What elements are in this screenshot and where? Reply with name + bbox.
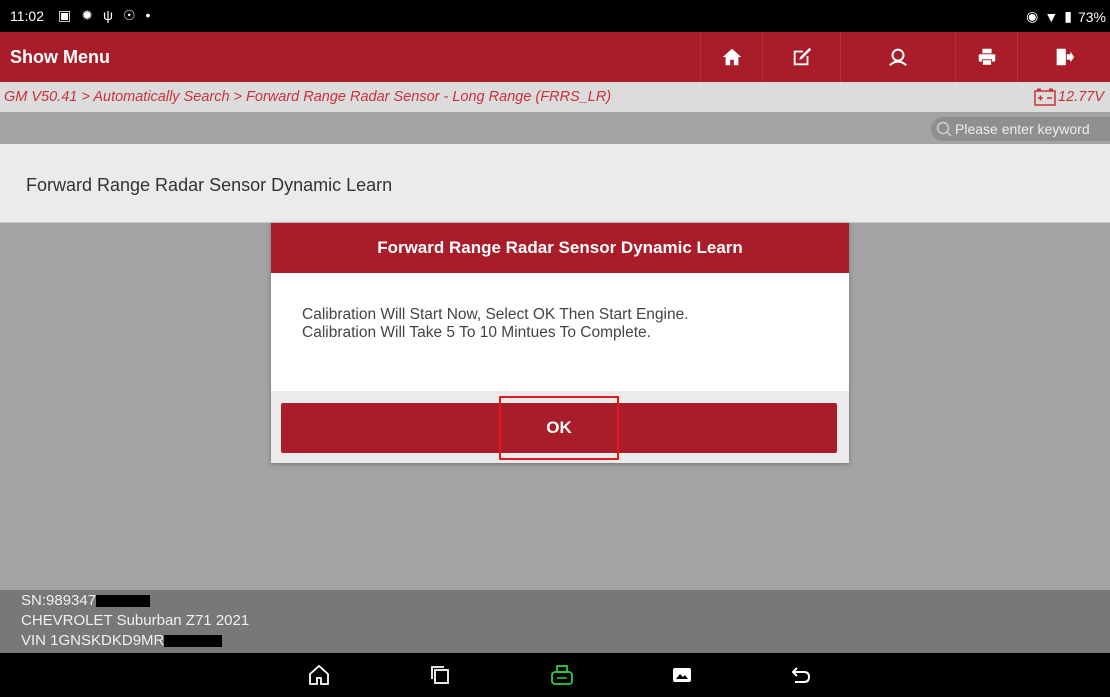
search-placeholder: Please enter keyword xyxy=(955,121,1090,137)
home-icon xyxy=(722,48,741,66)
screenshot-icon[interactable] xyxy=(670,663,694,687)
vibrate-icon: ◉ xyxy=(1026,8,1039,24)
vin-row: VIN 1GNSKDKD9MR xyxy=(21,632,223,650)
status-notification-icons: ▣ ✹ ψ ☉ • xyxy=(58,6,150,24)
search-icon xyxy=(936,121,952,137)
print-icon xyxy=(978,48,995,66)
dialog-message: Calibration Will Start Now, Select OK Th… xyxy=(271,273,849,391)
status-right: ◉ ▼ ▮ 73% xyxy=(1026,8,1106,25)
usb-notification-icon: ψ xyxy=(102,7,113,23)
edit-icon xyxy=(793,47,811,66)
breadcrumb: GM V50.41 > Automatically Search > Forwa… xyxy=(4,89,612,105)
vehicle-model: CHEVROLET Suburban Z71 2021 xyxy=(21,612,250,629)
dialog-message-line-2: Calibration Will Take 5 To 10 Mintues To… xyxy=(302,324,651,341)
vin: VIN 1GNSKDKD9MR xyxy=(21,632,165,649)
car-battery-icon xyxy=(1034,88,1056,106)
vehicle-info: SN:989347 CHEVROLET Suburban Z71 2021 VI… xyxy=(0,590,1110,653)
serial-number: SN:989347 xyxy=(21,592,97,609)
wifi-icon: ▼ xyxy=(1044,8,1059,25)
dialog: Forward Range Radar Sensor Dynamic Learn… xyxy=(271,223,849,463)
help-button[interactable] xyxy=(840,32,955,82)
search-input[interactable]: Please enter keyword xyxy=(931,117,1110,141)
print-button[interactable] xyxy=(955,32,1017,82)
list-item-label: Forward Range Radar Sensor Dynamic Learn xyxy=(26,175,393,195)
list-item[interactable]: Forward Range Radar Sensor Dynamic Learn xyxy=(0,144,1110,223)
voltage-value: 12.77V xyxy=(1058,89,1104,105)
dot-notification-icon: • xyxy=(145,7,151,23)
battery-level: 73% xyxy=(1077,8,1106,25)
navigation-bar xyxy=(0,653,1110,697)
breadcrumb-bar: GM V50.41 > Automatically Search > Forwa… xyxy=(0,82,1110,112)
home-button[interactable] xyxy=(700,32,762,82)
show-menu-button[interactable]: Show Menu xyxy=(10,47,110,68)
recent-apps-icon[interactable] xyxy=(428,663,452,687)
edit-button[interactable] xyxy=(762,32,840,82)
dialog-title: Forward Range Radar Sensor Dynamic Learn xyxy=(271,223,849,273)
header-toolbar: Show Menu xyxy=(0,32,1110,82)
status-time: 11:02 xyxy=(10,8,44,24)
help-icon xyxy=(889,48,907,67)
battery-voltage: 12.77V xyxy=(1034,88,1104,106)
dialog-footer: OK xyxy=(271,391,849,463)
dialog-message-line-1: Calibration Will Start Now, Select OK Th… xyxy=(302,306,689,323)
exit-icon xyxy=(1056,48,1075,66)
accessibility-notification-icon: ☉ xyxy=(122,7,136,23)
redaction-bar xyxy=(96,595,151,608)
gallery-notification-icon: ▣ xyxy=(58,7,72,23)
battery-icon: ▮ xyxy=(1064,8,1072,24)
status-bar: 11:02 ▣ ✹ ψ ☉ • ◉ ▼ ▮ 73% xyxy=(0,0,1110,32)
vci-icon[interactable] xyxy=(550,663,574,687)
back-icon[interactable] xyxy=(789,663,813,687)
ok-button[interactable]: OK xyxy=(281,403,837,453)
settings-notification-icon: ✹ xyxy=(81,7,93,23)
serial-number-row: SN:989347 xyxy=(21,592,151,610)
exit-button[interactable] xyxy=(1017,32,1110,82)
redaction-bar xyxy=(164,635,223,648)
home-nav-icon[interactable] xyxy=(307,663,331,687)
search-bar: Please enter keyword xyxy=(0,112,1110,144)
